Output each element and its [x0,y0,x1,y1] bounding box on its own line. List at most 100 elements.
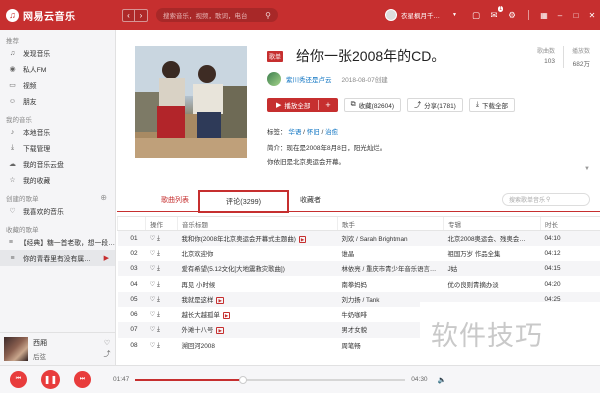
minimize-icon[interactable]: – [552,11,568,20]
track-actions[interactable]: ♡ ⤓ [145,322,178,338]
app-logo[interactable]: ♫ 网易云音乐 [6,8,110,23]
search-input[interactable]: 搜索音乐，视频，歌词，电台 ⚲ [156,8,278,22]
sidebar-item-playlist[interactable]: ≡ 你的青春里有没有属… ▶ [0,250,115,266]
table-row[interactable]: 01 ♡ ⤓ 我和你(2008年北京奥运会开幕式主题曲) ▶ 刘欢 / Sarah Br… [117,230,600,246]
track-artist[interactable]: 林依亮 / 重庆市青少年音乐语言… [337,261,444,277]
chevron-down-icon[interactable]: ▼ [452,12,457,18]
volume-icon[interactable]: 🔈 [438,376,447,384]
download-icon[interactable]: ⤓ [157,311,160,318]
collect-label: 收藏(82604) [358,103,395,110]
heart-icon[interactable]: ♡ [150,296,156,303]
download-icon[interactable]: ⤓ [157,265,160,272]
tab-songs[interactable]: 歌曲列表 [161,195,189,205]
progress-knob[interactable] [239,375,248,384]
tab-collectors[interactable]: 收藏者 [300,195,321,205]
now-playing[interactable]: 西厢 后弦 ♡ ⤴ [0,332,116,365]
track-artist[interactable]: 南拳妈妈 [338,276,444,291]
track-actions[interactable]: ♡ ⤓ [146,338,178,353]
gear-icon[interactable]: ⚙ [503,10,521,21]
now-playing-title[interactable]: 西厢 [33,338,99,348]
tag-link[interactable]: 华语 [288,129,301,136]
sidebar-item-liked[interactable]: ♡ 我喜欢的音乐 [0,203,115,219]
mv-icon[interactable]: ▶ [216,296,224,304]
column-header[interactable]: 专辑 [443,216,541,231]
table-row[interactable]: 04 ♡ ⤓ 再见 小时候 南拳妈妈 优の良则青摘办淡 04:20 [118,276,600,291]
heart-icon[interactable]: ♡ [150,311,156,318]
heart-icon[interactable]: ♡ [150,250,156,257]
table-row[interactable]: 03 ♡ ⤓ 爱有希望(5.12文化[大地震救灾歌曲]) 林依亮 / 重庆市青少年音乐… [117,261,600,277]
next-button[interactable]: ⏭ [74,371,91,388]
expand-intro-icon[interactable]: ▼ [584,166,590,172]
add-to-queue-button[interactable]: + [318,100,336,110]
sidebar-item-playlist[interactable]: ≡ 【经典】糖一首老歌，想一段… [0,234,115,250]
share-icon[interactable]: ⤴ [99,349,115,360]
track-album[interactable]: 北京2008奥运会、残奥会… [443,230,541,246]
heart-icon[interactable]: ♡ [150,235,156,242]
creator-name[interactable]: 紫川秀还是卢云 [286,74,332,84]
heart-icon[interactable]: ♡ [99,338,115,349]
download-icon[interactable]: ⤓ [157,326,160,333]
sidebar-item-collection[interactable]: ☆ 我的收藏 [0,172,115,188]
track-actions[interactable]: ♡ ⤓ [146,276,178,291]
add-playlist-icon[interactable]: ⊕ [100,193,107,202]
pause-button[interactable]: ❚❚ [41,370,60,389]
mail-icon[interactable]: ✉ 1 [485,5,503,21]
mini-mode-icon[interactable]: ▦ [536,11,552,20]
mv-icon[interactable]: ▶ [298,235,307,243]
sidebar-item-local-music[interactable]: ♪ 本地音乐 [0,124,115,140]
track-actions[interactable]: ♡ ⤓ [145,230,178,246]
track-artist[interactable]: 刘欢 / Sarah Brightman [337,230,444,246]
sidebar-item-friends[interactable]: ☺ 朋友 [0,93,115,109]
search-icon[interactable]: ⚲ [265,11,271,20]
download-icon[interactable]: ⤓ [157,296,160,303]
share-button[interactable]: ⤴ 分享(1781) [407,98,463,112]
previous-button[interactable]: ⏮ [10,371,27,388]
sidebar-item-downloads[interactable]: ⤓ 下载管理 [0,140,115,156]
back-button[interactable]: ‹ [122,8,135,22]
play-all-button[interactable]: ▶ 播放全部 + [267,98,338,112]
track-album[interactable]: 优の良则青摘办淡 [444,276,541,291]
sidebar-item-discover[interactable]: ♫ 发现音乐 [0,45,115,61]
heart-icon[interactable]: ♡ [150,265,156,272]
progress-slider[interactable] [135,375,406,384]
heart-icon[interactable]: ♡ [150,326,156,333]
close-icon[interactable]: ✕ [584,11,600,20]
column-header[interactable]: 时长 [540,216,600,231]
track-actions[interactable]: ♡ ⤓ [146,246,178,261]
column-header[interactable]: 歌手 [337,216,444,231]
sidebar-item-video[interactable]: ▭ 视频 [0,77,115,93]
collect-button[interactable]: ⧉ 收藏(82604) [343,98,402,112]
track-actions[interactable]: ♡ ⤓ [145,291,178,307]
download-icon[interactable]: ⤓ [157,235,160,242]
download-icon[interactable]: ⤓ [157,342,160,349]
now-playing-cover[interactable] [4,337,28,361]
download-icon[interactable]: ⤓ [157,250,160,257]
mv-icon[interactable]: ▶ [222,311,231,319]
forward-button[interactable]: › [135,8,148,22]
creator-avatar[interactable] [267,72,281,86]
now-playing-artist[interactable]: 后弦 [33,351,99,361]
download-icon[interactable]: ⤓ [157,281,160,288]
shirt-icon[interactable]: ▢ [467,10,485,21]
track-album[interactable]: J姑 [443,261,541,277]
username[interactable]: 衣星枫月千… [401,10,451,20]
search-icon[interactable]: ⚲ [546,196,583,203]
track-actions[interactable]: ♡ ⤓ [146,307,178,322]
table-row[interactable]: 02 ♡ ⤓ 北京欢迎你 谁晶 祖国万岁 作品全集 04:12 [118,246,600,261]
column-header[interactable]: 音乐标题 [177,216,338,231]
track-artist[interactable]: 谁晶 [338,246,444,261]
tag-link[interactable]: 治愈 [325,129,338,136]
track-album[interactable]: 祖国万岁 作品全集 [444,246,541,261]
sidebar-item-cloud[interactable]: ☁ 我的音乐云盘 [0,156,115,172]
maximize-icon[interactable]: □ [568,11,584,20]
playlist-search-input[interactable]: 搜索歌单音乐 ⚲ [502,193,590,206]
sidebar-item-fm[interactable]: ◉ 私人FM [0,61,115,77]
heart-icon[interactable]: ♡ [150,342,156,349]
tab-comments[interactable]: 评论(3299) [198,190,289,213]
avatar[interactable] [385,9,398,21]
download-all-button[interactable]: ⤓ 下载全部 [468,98,515,112]
heart-icon[interactable]: ♡ [150,281,156,288]
track-actions[interactable]: ♡ ⤓ [145,261,178,277]
mv-icon[interactable]: ▶ [216,327,224,335]
tag-link[interactable]: 怀旧 [307,129,320,136]
